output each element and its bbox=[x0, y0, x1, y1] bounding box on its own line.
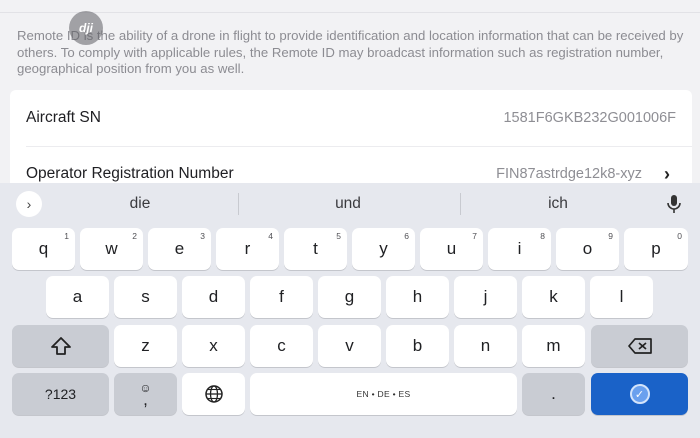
globe-icon bbox=[204, 385, 223, 403]
space-bar[interactable]: EN • DE • ES bbox=[250, 373, 517, 415]
key-m[interactable]: m bbox=[522, 325, 585, 367]
comma-label: , bbox=[143, 390, 148, 409]
key-o[interactable]: o9 bbox=[556, 228, 619, 270]
key-g[interactable]: g bbox=[318, 276, 381, 318]
aircraft-sn-value: 1581F6GKB232G001006F bbox=[503, 110, 676, 126]
suggestion-die[interactable]: die bbox=[80, 195, 200, 213]
key-t[interactable]: t5 bbox=[284, 228, 347, 270]
operator-registration-label: Operator Registration Number bbox=[26, 165, 234, 182]
key-q[interactable]: q1 bbox=[12, 228, 75, 270]
key-i[interactable]: i8 bbox=[488, 228, 551, 270]
key-v[interactable]: v bbox=[318, 325, 381, 367]
key-h[interactable]: h bbox=[386, 276, 449, 318]
mic-icon[interactable] bbox=[664, 193, 684, 215]
globe-key[interactable] bbox=[182, 373, 245, 415]
operator-registration-value: FIN87astrdge12k8-xyz bbox=[496, 166, 642, 182]
suggestion-divider bbox=[460, 193, 461, 215]
suggestion-ich[interactable]: ich bbox=[498, 195, 618, 213]
key-r[interactable]: r4 bbox=[216, 228, 279, 270]
key-p[interactable]: p0 bbox=[624, 228, 688, 270]
aircraft-sn-label: Aircraft SN bbox=[26, 109, 101, 126]
key-b[interactable]: b bbox=[386, 325, 449, 367]
key-l[interactable]: l bbox=[590, 276, 653, 318]
remote-id-info-card: Aircraft SN 1581F6GKB232G001006F Operato… bbox=[10, 90, 692, 190]
key-c[interactable]: c bbox=[250, 325, 313, 367]
shift-icon bbox=[50, 337, 71, 355]
suggestion-bar: › die und ich bbox=[0, 183, 700, 225]
key-n[interactable]: n bbox=[454, 325, 517, 367]
key-f[interactable]: f bbox=[250, 276, 313, 318]
period-key[interactable]: . bbox=[522, 373, 585, 415]
symbols-key[interactable]: ?123 bbox=[12, 373, 109, 415]
suggestion-und[interactable]: und bbox=[288, 195, 408, 213]
emoji-comma-key[interactable]: ☺ , bbox=[114, 373, 177, 415]
backspace-key[interactable] bbox=[591, 325, 688, 367]
aircraft-sn-row: Aircraft SN 1581F6GKB232G001006F bbox=[10, 90, 692, 146]
chevron-right-icon[interactable]: › bbox=[664, 164, 670, 185]
key-a[interactable]: a bbox=[46, 276, 109, 318]
checkmark-icon: ✓ bbox=[629, 384, 650, 404]
key-z[interactable]: z bbox=[114, 325, 177, 367]
backspace-icon bbox=[627, 338, 652, 354]
key-w[interactable]: w2 bbox=[80, 228, 143, 270]
key-y[interactable]: y6 bbox=[352, 228, 415, 270]
key-e[interactable]: e3 bbox=[148, 228, 211, 270]
remote-id-description: Remote ID is the ability of a drone in f… bbox=[17, 28, 684, 76]
enter-key[interactable]: ✓ bbox=[591, 373, 688, 415]
top-divider bbox=[0, 12, 700, 13]
expand-suggestions-button[interactable]: › bbox=[16, 191, 42, 217]
on-screen-keyboard: › die und ich q1 w2 e3 r4 t5 y6 u7 i8 o9… bbox=[0, 183, 700, 438]
dji-logo: dji bbox=[69, 11, 103, 45]
key-k[interactable]: k bbox=[522, 276, 585, 318]
key-x[interactable]: x bbox=[182, 325, 245, 367]
key-d[interactable]: d bbox=[182, 276, 245, 318]
key-s[interactable]: s bbox=[114, 276, 177, 318]
key-u[interactable]: u7 bbox=[420, 228, 483, 270]
shift-key[interactable] bbox=[12, 325, 109, 367]
key-j[interactable]: j bbox=[454, 276, 517, 318]
suggestion-divider bbox=[238, 193, 239, 215]
